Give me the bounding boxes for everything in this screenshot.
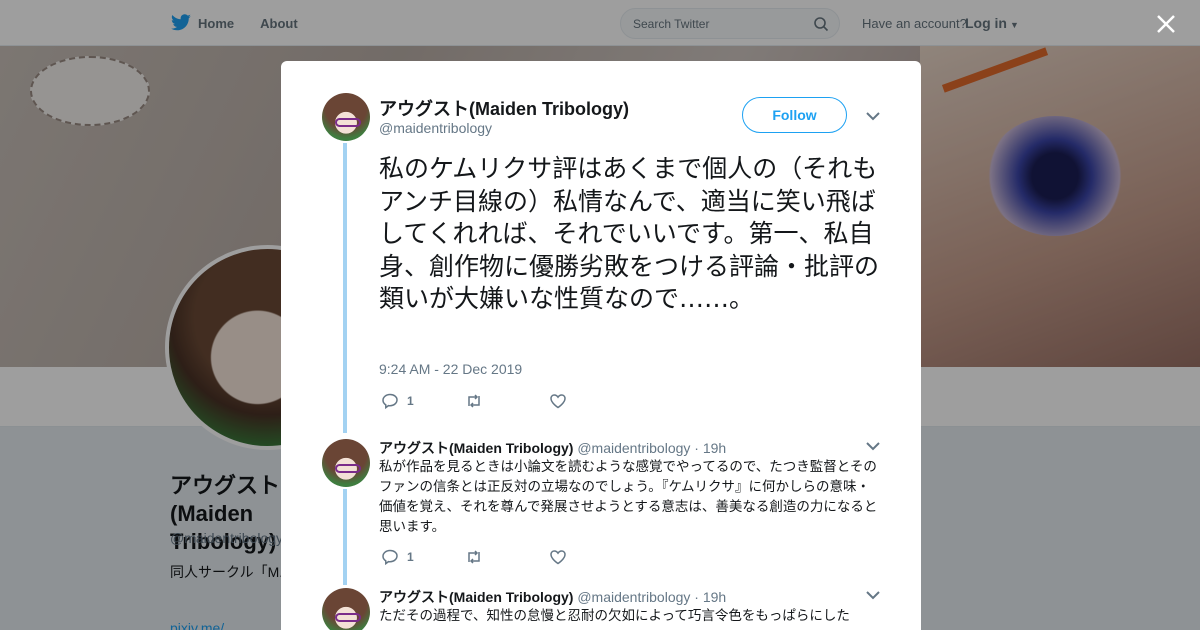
reply-actions: 1	[381, 547, 633, 567]
main-tweet-author-name[interactable]: アウグスト(Maiden Tribology)	[379, 95, 629, 121]
retweet-icon	[468, 550, 480, 564]
main-tweet-text: 私のケムリクサ評はあくまで個人の（それもアンチ目線の）私情なんで、適当に笑い飛ば…	[379, 154, 880, 313]
retweet-button[interactable]	[465, 548, 549, 566]
thread-line	[343, 489, 347, 585]
reply-header: アウグスト(Maiden Tribology) @maidentribology…	[379, 587, 726, 607]
chevron-down-icon[interactable]	[866, 590, 880, 600]
reply-text: 私が作品を見るときは小論文を読むような感覚でやってるので、たつき監督とそのファン…	[379, 459, 878, 535]
main-tweet-avatar[interactable]	[322, 93, 370, 141]
like-button[interactable]	[549, 392, 633, 410]
reply-count: 1	[407, 550, 414, 564]
follow-button[interactable]: Follow	[742, 97, 847, 133]
retweet-icon	[468, 394, 480, 408]
reply-avatar[interactable]	[322, 439, 370, 487]
chevron-down-icon[interactable]	[866, 441, 880, 451]
reply-button[interactable]: 1	[381, 548, 465, 566]
chevron-down-icon[interactable]	[866, 111, 880, 121]
like-button[interactable]	[549, 548, 633, 566]
main-tweet-author-handle[interactable]: @maidentribology	[379, 120, 492, 136]
reply-icon	[382, 549, 398, 566]
reply-author-name[interactable]: アウグスト(Maiden Tribology)	[379, 440, 573, 456]
heart-icon	[550, 394, 566, 409]
thread-line	[343, 143, 347, 433]
main-tweet-actions: 1	[381, 391, 633, 411]
reply-count: 1	[407, 394, 414, 408]
reply-author-name[interactable]: アウグスト(Maiden Tribology)	[379, 589, 573, 605]
reply-age[interactable]: · 19h	[694, 589, 726, 605]
reply-avatar[interactable]	[322, 588, 370, 630]
retweet-button[interactable]	[465, 392, 549, 410]
close-icon[interactable]	[1152, 10, 1180, 38]
heart-icon	[550, 550, 566, 565]
reply-author-handle[interactable]: @maidentribology	[577, 440, 690, 456]
reply-icon	[382, 393, 398, 410]
reply-header: アウグスト(Maiden Tribology) @maidentribology…	[379, 438, 726, 458]
reply-text: ただその過程で、知性の怠慢と忍耐の欠如によって巧言令色をもっぱらにした	[379, 608, 850, 624]
main-tweet-timestamp[interactable]: 9:24 AM - 22 Dec 2019	[379, 361, 522, 377]
tweet-modal: アウグスト(Maiden Tribology) @maidentribology…	[281, 61, 921, 630]
reply-author-handle[interactable]: @maidentribology	[577, 589, 690, 605]
reply-age[interactable]: · 19h	[694, 440, 726, 456]
reply-button[interactable]: 1	[381, 392, 465, 410]
